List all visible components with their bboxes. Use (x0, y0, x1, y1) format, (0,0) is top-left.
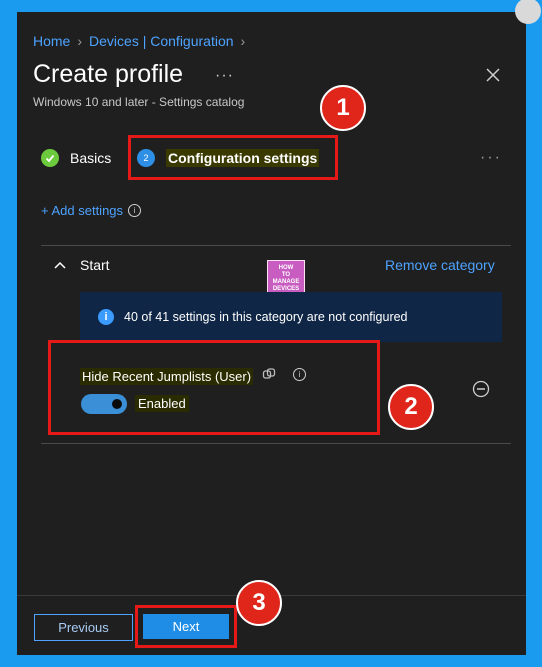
chevron-up-icon[interactable] (53, 258, 67, 272)
breadcrumb: Home › Devices | Configuration › (33, 33, 252, 49)
highlight-box-configuration (128, 135, 338, 180)
info-icon: i (98, 309, 114, 325)
info-banner: i 40 of 41 settings in this category are… (80, 292, 502, 342)
highlight-box-next (135, 605, 237, 648)
divider (41, 245, 511, 246)
watermark-line: MANAGE (272, 279, 300, 285)
highlight-box-setting (48, 340, 380, 435)
page-subtitle: Windows 10 and later - Settings catalog (33, 95, 245, 109)
breadcrumb-separator-icon: › (240, 33, 246, 49)
watermark-line: HOW (278, 265, 294, 271)
page-title: Create profile (33, 60, 184, 88)
check-icon (41, 149, 59, 167)
breadcrumb-separator-icon: › (77, 33, 83, 49)
close-icon[interactable] (483, 65, 503, 85)
info-banner-text: 40 of 41 settings in this category are n… (124, 310, 408, 324)
info-icon[interactable]: i (128, 204, 142, 217)
corner-decoration (515, 0, 541, 24)
callout-badge-3: 3 (236, 580, 282, 626)
wizard-more-icon[interactable]: ··· (480, 149, 502, 167)
create-profile-panel: Home › Devices | Configuration › Create pro… (17, 0, 541, 655)
wizard-step-basics[interactable]: Basics (41, 149, 111, 167)
more-options-icon[interactable]: ··· (215, 67, 234, 85)
add-settings-link[interactable]: + Add settings i (41, 203, 142, 218)
add-settings-label: + Add settings (41, 203, 124, 218)
wizard-step-label: Basics (70, 150, 112, 166)
callout-badge-1: 1 (320, 85, 366, 131)
divider (41, 443, 511, 444)
category-title: Start (80, 257, 110, 273)
callout-badge-2: 2 (388, 384, 434, 430)
remove-setting-icon[interactable] (472, 380, 490, 398)
watermark-line: TO (281, 272, 291, 278)
remove-category-link[interactable]: Remove category (385, 257, 495, 273)
breadcrumb-home[interactable]: Home (33, 33, 70, 49)
breadcrumb-devices[interactable]: Devices | Configuration (89, 33, 233, 49)
previous-button[interactable]: Previous (34, 614, 133, 641)
